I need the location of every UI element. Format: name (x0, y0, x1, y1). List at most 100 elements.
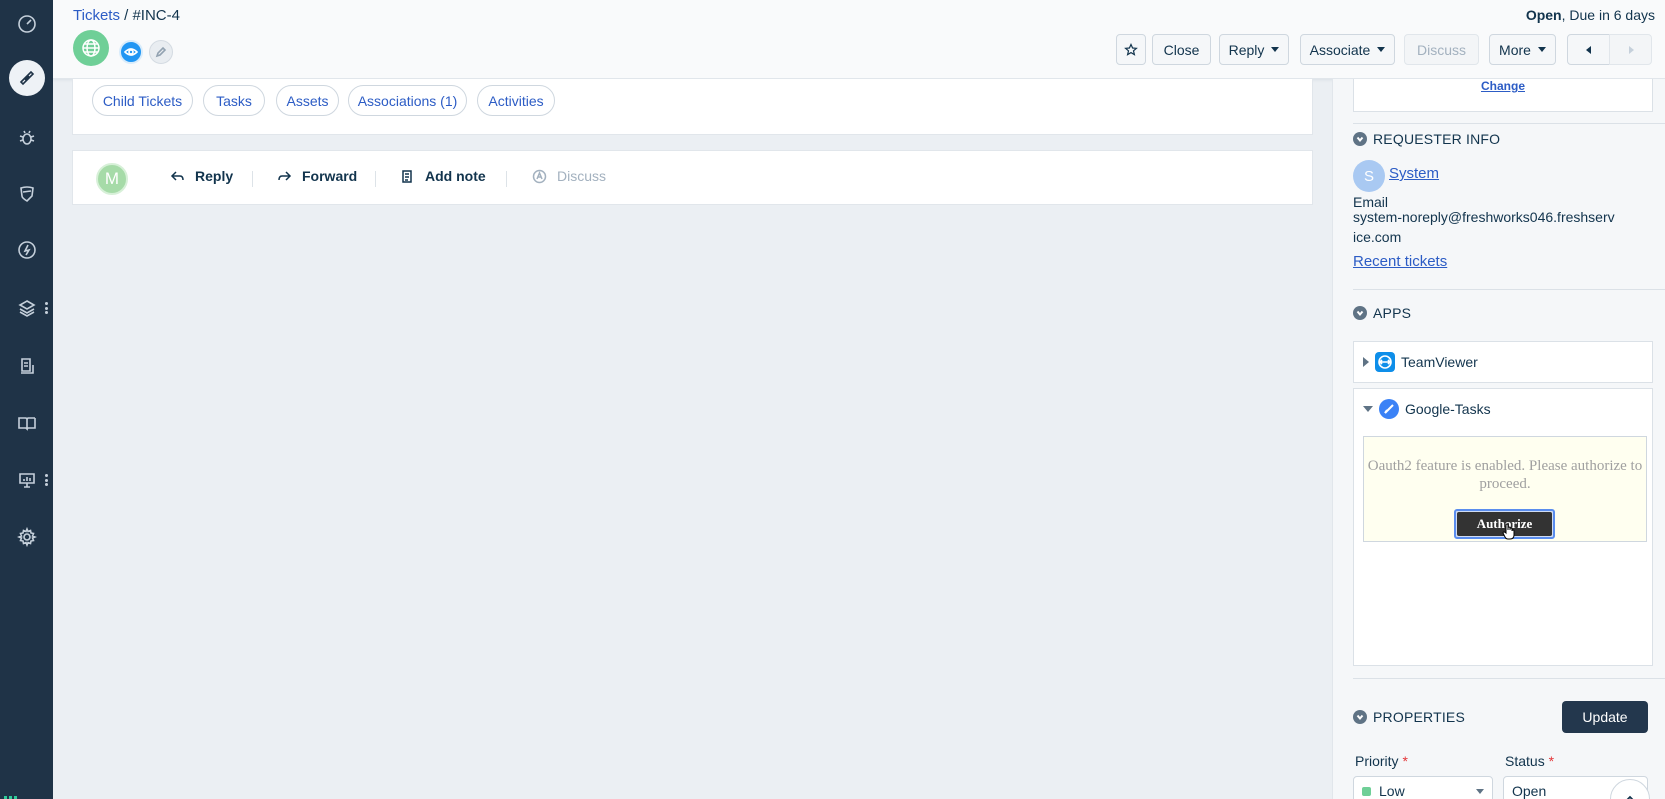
admin-nav[interactable] (0, 517, 53, 557)
tab-tasks[interactable]: Tasks (203, 85, 265, 116)
eye-icon (124, 48, 138, 56)
priority-value: Low (1379, 783, 1405, 799)
problems-nav[interactable] (0, 118, 53, 158)
ticket-right-panel: Change REQUESTER INFO S System Email sys… (1332, 79, 1665, 799)
more-dots-icon[interactable] (45, 302, 48, 314)
teamviewer-app-toggle[interactable]: TeamViewer (1354, 342, 1652, 382)
teamviewer-logo-icon (1375, 352, 1395, 372)
reply-action[interactable]: Reply (170, 168, 233, 184)
more-dropdown-button[interactable]: More (1489, 34, 1556, 65)
recent-tickets-link[interactable]: Recent tickets (1353, 253, 1447, 270)
forward-arrow-icon (278, 170, 292, 181)
apps-title: APPS (1373, 305, 1412, 321)
chevron-up-icon (1626, 795, 1634, 799)
contracts-nav[interactable] (0, 346, 53, 386)
change-box: Change (1353, 79, 1653, 112)
teamviewer-app: TeamViewer (1353, 341, 1653, 383)
edit-badge[interactable] (149, 40, 173, 64)
reply-action-bar: M Reply Forward Add note Discuss (72, 150, 1313, 205)
forward-action-label: Forward (302, 168, 358, 184)
next-ticket-button[interactable] (1609, 34, 1652, 65)
requester-name-link[interactable]: System (1389, 165, 1439, 182)
add-note-action[interactable]: Add note (400, 168, 486, 184)
associate-label: Associate (1309, 41, 1371, 58)
dashboard-nav[interactable] (0, 4, 53, 44)
status-label: Status * (1505, 753, 1555, 769)
discuss-action-label: Discuss (557, 168, 607, 184)
google-tasks-label: Google-Tasks (1405, 401, 1491, 417)
assets-nav[interactable] (0, 288, 53, 328)
discuss-button[interactable]: Discuss (1404, 34, 1479, 65)
forward-action[interactable]: Forward (277, 168, 357, 184)
properties-heading[interactable]: PROPERTIES (1353, 709, 1465, 725)
left-nav-sidebar (0, 0, 53, 799)
hand-cursor-icon (1502, 523, 1515, 540)
caret-right-icon (1628, 45, 1634, 54)
oauth-message: Oauth2 feature is enabled. Please author… (1367, 458, 1643, 492)
change-link[interactable]: Change (1354, 79, 1652, 93)
breadcrumb-tickets-link[interactable]: Tickets (73, 7, 120, 24)
associate-dropdown-button[interactable]: Associate (1300, 34, 1395, 65)
tab-activities[interactable]: Activities (477, 85, 555, 116)
reports-nav[interactable] (0, 460, 53, 500)
priority-select[interactable]: Low (1353, 776, 1493, 799)
collapse-chevron-icon (1353, 306, 1367, 320)
breadcrumb-separator: / (119, 7, 133, 24)
breadcrumb: Tickets / #INC-4 (73, 7, 180, 24)
properties-title: PROPERTIES (1373, 709, 1465, 725)
collapse-chevron-icon (1353, 710, 1367, 724)
tab-child-tickets[interactable]: Child Tickets (92, 85, 193, 116)
favorite-button[interactable] (1116, 34, 1146, 65)
layers-icon (17, 300, 36, 317)
tab-assets[interactable]: Assets (276, 85, 339, 116)
solutions-nav[interactable] (0, 403, 53, 443)
caret-down-icon (1271, 47, 1280, 52)
tab-associations[interactable]: Associations (1) (348, 85, 467, 116)
star-icon (1124, 42, 1138, 56)
apps-heading[interactable]: APPS (1353, 305, 1411, 321)
requester-avatar: S (1353, 160, 1385, 192)
google-tasks-app-toggle[interactable]: Google-Tasks (1354, 389, 1652, 429)
requester-email: system-noreply@freshworks046.freshservic… (1353, 209, 1615, 245)
releases-nav[interactable] (0, 230, 53, 270)
changes-nav[interactable] (0, 174, 53, 214)
google-tasks-app: Google-Tasks Oauth2 feature is enabled. … (1353, 388, 1653, 666)
status-value: Open (1512, 783, 1547, 799)
collapse-triangle-icon (1363, 406, 1373, 412)
discuss-action[interactable]: Discuss (532, 168, 606, 184)
caret-down-icon (1476, 789, 1484, 794)
requester-info-title: REQUESTER INFO (1373, 131, 1501, 147)
discuss-icon (532, 169, 547, 183)
tickets-nav[interactable] (0, 58, 53, 98)
dashboard-icon (17, 15, 36, 33)
collapse-chevron-icon (1353, 132, 1367, 146)
reply-dropdown-button[interactable]: Reply (1219, 34, 1289, 65)
reply-action-label: Reply (195, 168, 234, 184)
book-icon (17, 417, 36, 431)
ticket-header: Tickets / #INC-4 Open, Due in 6 days Clo… (53, 0, 1665, 79)
caret-down-icon (1377, 47, 1386, 52)
close-ticket-button[interactable]: Close (1152, 34, 1211, 65)
requester-info-heading[interactable]: REQUESTER INFO (1353, 131, 1500, 147)
due-text: , Due in 6 days (1561, 7, 1655, 23)
priority-color-swatch (1362, 786, 1371, 796)
agent-avatar: M (96, 163, 128, 195)
oauth-prompt: Oauth2 feature is enabled. Please author… (1363, 436, 1647, 542)
previous-ticket-button[interactable] (1567, 34, 1610, 65)
portal-source-avatar (73, 30, 109, 66)
watchers-badge[interactable] (119, 40, 143, 64)
bolt-icon (17, 241, 36, 259)
teamviewer-label: TeamViewer (1401, 354, 1478, 370)
globe-icon (82, 39, 100, 57)
note-icon (402, 169, 412, 183)
update-properties-button[interactable]: Update (1562, 701, 1648, 733)
pencil-icon (155, 46, 167, 58)
shield-icon (19, 186, 34, 203)
gear-icon (16, 527, 37, 547)
add-note-action-label: Add note (425, 168, 486, 184)
expand-triangle-icon (1363, 357, 1369, 367)
status-value: Open (1525, 7, 1562, 23)
caret-down-icon (1537, 47, 1546, 52)
priority-label: Priority * (1355, 753, 1408, 769)
more-dots-icon[interactable] (45, 474, 48, 486)
